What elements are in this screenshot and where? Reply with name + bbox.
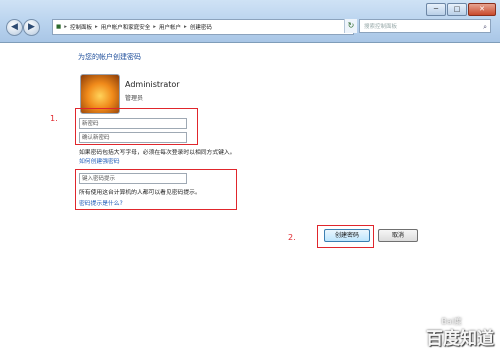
caps-note: 如果密码包括大写字母，必须在每次登录时以相同方式键入。 bbox=[79, 150, 236, 156]
hint-note: 所有使用这台计算机的人都可以看见密码提示。 bbox=[79, 190, 201, 196]
main-content: 为您的帐户创建密码 Administrator 管理员 1. 新密码 确认新密码… bbox=[0, 43, 500, 352]
breadcrumb-separator: ▸ bbox=[94, 24, 98, 30]
breadcrumb-control-panel[interactable]: 控制面板 bbox=[70, 23, 92, 31]
step2-marker: 2. bbox=[288, 233, 296, 242]
refresh-icon[interactable]: ↻ bbox=[344, 19, 357, 33]
password-hint-field[interactable]: 键入密码提示 bbox=[79, 173, 187, 184]
strong-password-link[interactable]: 如何创建强密码 bbox=[79, 156, 120, 165]
search-input[interactable]: 搜索控制面板 ⌕ bbox=[359, 19, 491, 33]
breadcrumb-separator: ▸ bbox=[64, 24, 67, 30]
confirm-password-field[interactable]: 确认新密码 bbox=[79, 132, 187, 143]
search-placeholder: 搜索控制面板 bbox=[364, 24, 398, 30]
watermark-text: 百度知道 bbox=[426, 329, 494, 349]
address-bar[interactable]: ■ ▸ 控制面板 ▸ 用户帐户和家庭安全 ▸ 用户帐户 ▸ 创建密码 bbox=[52, 19, 354, 35]
cancel-button[interactable]: 取消 bbox=[378, 229, 418, 242]
minimize-button[interactable]: ─ bbox=[426, 3, 446, 16]
breadcrumb-create-password[interactable]: 创建密码 bbox=[190, 23, 212, 31]
maximize-button[interactable]: □ bbox=[447, 3, 467, 16]
user-name: Administrator bbox=[125, 80, 180, 89]
page-title: 为您的帐户创建密码 bbox=[78, 53, 141, 61]
back-button[interactable]: ◀ bbox=[6, 19, 23, 36]
password-hint-link[interactable]: 密码提示是什么? bbox=[79, 198, 123, 207]
navigation-bar: ◀ ▶ ■ ▸ 控制面板 ▸ 用户帐户和家庭安全 ▸ 用户帐户 ▸ 创建密码 ↻… bbox=[4, 17, 496, 37]
forward-button[interactable]: ▶ bbox=[23, 19, 40, 36]
window-controls: ─ □ ✕ bbox=[425, 3, 496, 16]
breadcrumb-separator: ▸ bbox=[153, 24, 157, 30]
close-button[interactable]: ✕ bbox=[468, 3, 496, 16]
control-panel-icon: ■ bbox=[56, 24, 62, 30]
new-password-field[interactable]: 新密码 bbox=[79, 118, 187, 129]
breadcrumb-separator: ▸ bbox=[184, 24, 187, 30]
breadcrumb-user-family-safety[interactable]: 用户帐户和家庭安全 bbox=[101, 23, 151, 31]
search-icon[interactable]: ⌕ bbox=[483, 20, 487, 34]
window-title-bar: ─ □ ✕ ◀ ▶ ■ ▸ 控制面板 ▸ 用户帐户和家庭安全 ▸ 用户帐户 ▸ … bbox=[0, 0, 500, 43]
step1-marker: 1. bbox=[50, 114, 58, 123]
breadcrumb-user-accounts[interactable]: 用户帐户 bbox=[159, 23, 181, 31]
user-role: 管理员 bbox=[125, 95, 144, 102]
create-password-button[interactable]: 创建密码 bbox=[324, 229, 370, 242]
